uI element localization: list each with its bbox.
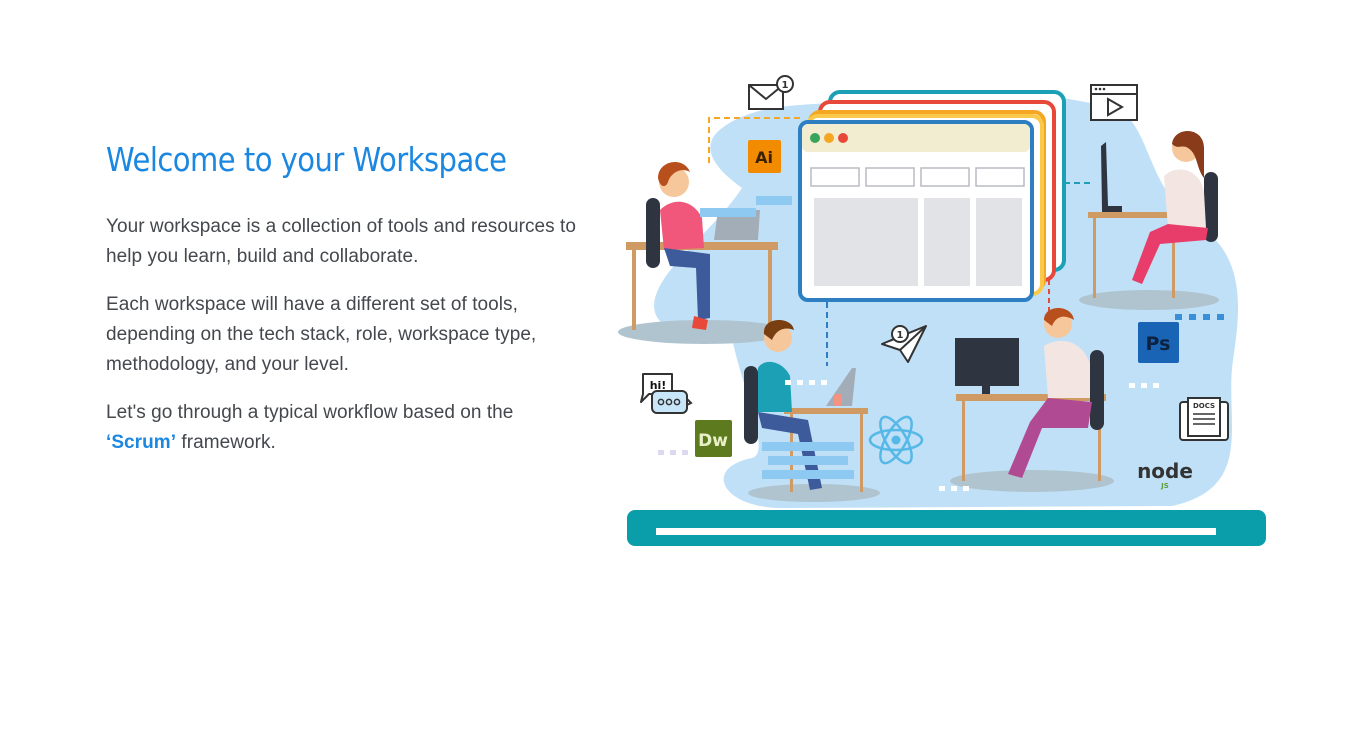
scrum-link[interactable]: ‘Scrum’	[106, 432, 176, 453]
intro-paragraph-tools: Your workspace is a collection of tools …	[106, 216, 576, 267]
svg-text:JS: JS	[1160, 482, 1169, 490]
workflow-text: Let's go through a typical workflow base…	[106, 402, 514, 423]
svg-text:DOCS: DOCS	[1193, 402, 1215, 410]
intro-paragraph-workflow: Let's go through a typical workflow base…	[106, 398, 576, 458]
browser-window-icon	[798, 120, 1034, 302]
dreamweaver-icon: Dw	[695, 420, 732, 457]
svg-text:node: node	[1137, 459, 1193, 483]
workspace-welcome-page: Welcome to your Workspace Your workspace…	[0, 0, 1345, 730]
mail-badge-count: 1	[782, 80, 789, 91]
chat-bubble-icon: hi!	[640, 373, 693, 414]
plane-badge-count: 1	[897, 330, 904, 341]
video-player-icon	[1090, 84, 1138, 121]
page-title: Welcome to your Workspace	[106, 140, 507, 179]
mail-icon: 1	[748, 75, 794, 110]
illustration-svg: 1 Ai 1 Ps Dw hi! DOCS node JS	[618, 75, 1266, 546]
welcome-intro: Welcome to your Workspace Your workspace…	[106, 136, 576, 476]
docs-icon: DOCS	[1179, 397, 1229, 441]
floor-dot	[634, 536, 644, 546]
svg-text:Dw: Dw	[698, 431, 728, 451]
illustrator-icon: Ai	[748, 140, 781, 173]
floor-gap	[656, 528, 1216, 535]
workspace-illustration: 1 Ai 1 Ps Dw hi! DOCS node JS	[612, 68, 1272, 558]
svg-text:Ps: Ps	[1146, 333, 1171, 355]
photoshop-icon: Ps	[1138, 322, 1179, 363]
intro-paragraph-differences: Each workspace will have a different set…	[106, 294, 537, 375]
framework-text: framework.	[176, 432, 276, 453]
svg-text:Ai: Ai	[755, 148, 773, 167]
pale-dots	[658, 450, 688, 455]
